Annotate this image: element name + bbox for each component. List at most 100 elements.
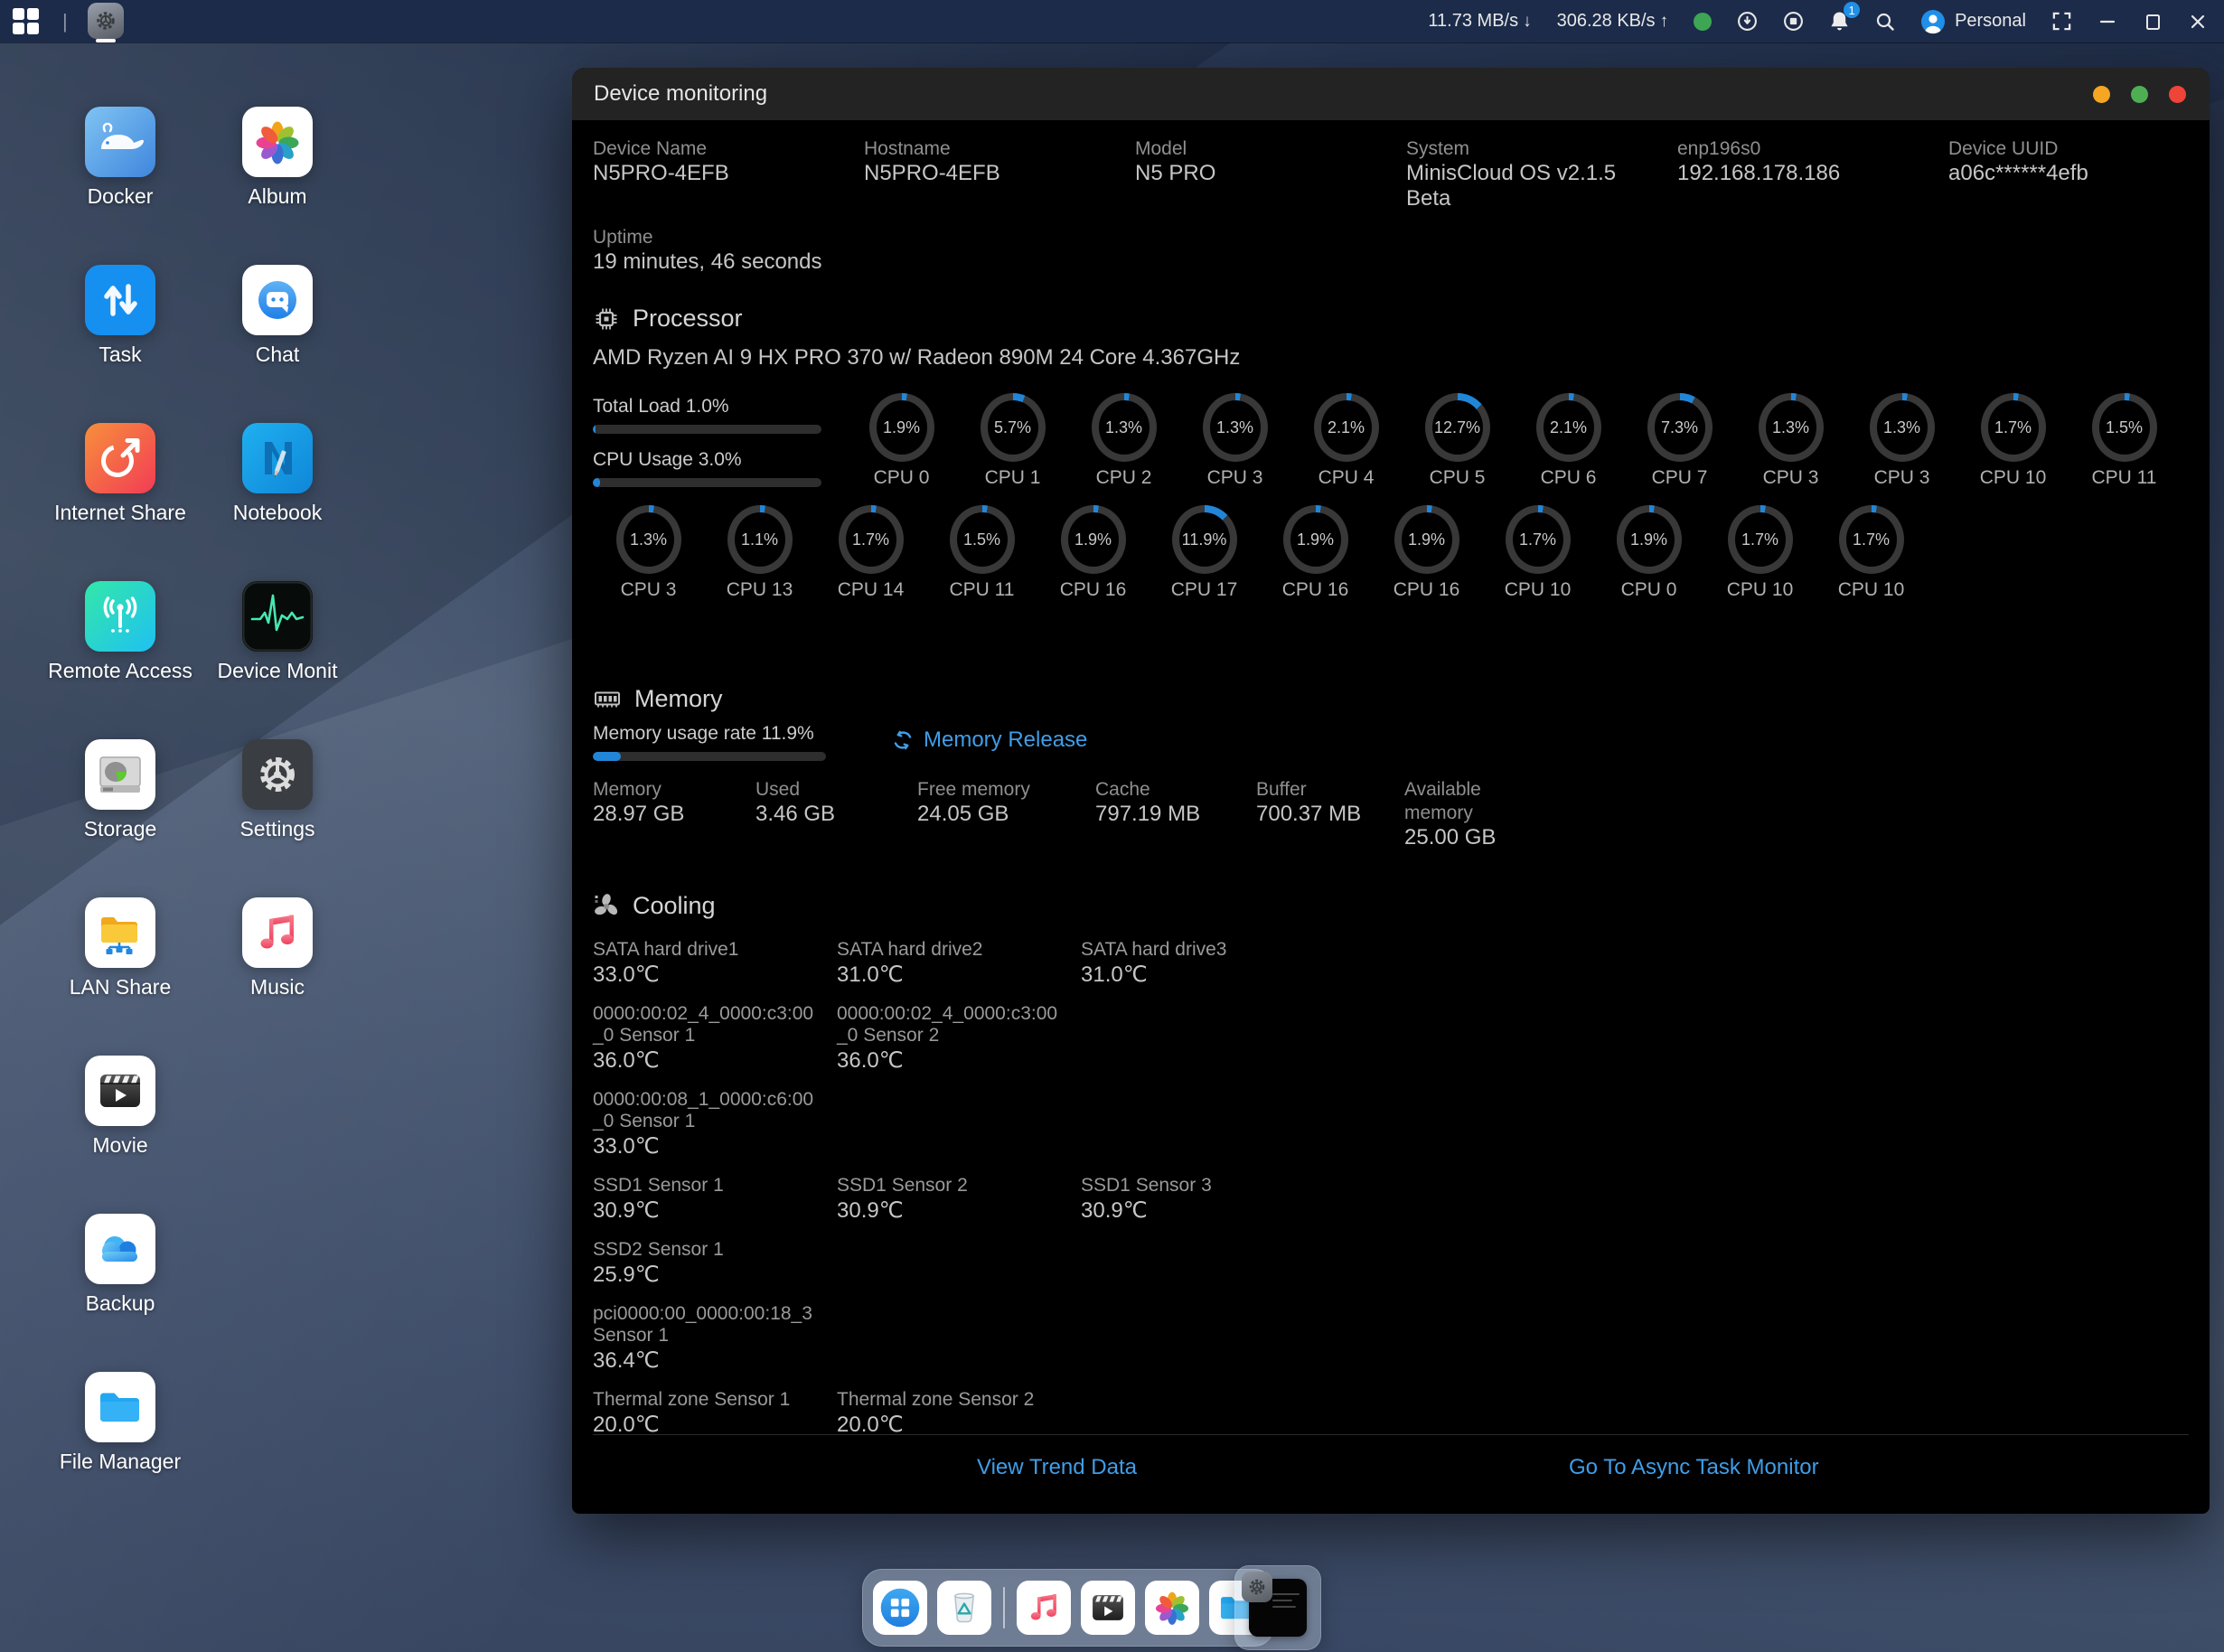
cpu-gauge: 1.9%CPU 0	[1593, 505, 1704, 601]
desktop-icon-backup[interactable]: Backup	[48, 1214, 192, 1316]
sync-button[interactable]	[1737, 11, 1758, 32]
cooling-sensor-grid: SATA hard drive133.0℃SATA hard drive231.…	[593, 939, 2189, 1437]
device-info-label: Device UUID	[1948, 137, 2172, 161]
desktop-icon-remote-access[interactable]: Remote Access	[48, 581, 192, 683]
device-info-field: SystemMinisCloud OS v2.1.5 Beta	[1406, 137, 1677, 211]
cpu-gauge-percent: 1.1%	[727, 505, 793, 574]
view-trend-data-link[interactable]: View Trend Data	[977, 1455, 1137, 1480]
minimized-device-monitoring-window	[1249, 1579, 1307, 1637]
cpu-gauge-label: CPU 2	[1068, 467, 1179, 489]
device-info-grid: Device NameN5PRO-4EFBHostnameN5PRO-4EFBM…	[593, 137, 2189, 211]
device-info-label: Model	[1135, 137, 1390, 161]
account-menu[interactable]: Personal	[1920, 9, 2026, 34]
fan-icon	[593, 893, 620, 920]
desktop-icon-label: Notebook	[205, 501, 350, 525]
cpu-gauge: 1.7%CPU 10	[1957, 393, 2069, 489]
desktop-icon-label: Docker	[48, 184, 192, 209]
desktop-icon-settings[interactable]: Settings	[205, 739, 350, 841]
memory-stat-label: Used	[755, 778, 901, 802]
cooling-sensor: SATA hard drive331.0℃	[1081, 939, 1325, 987]
cooling-sensor: SATA hard drive231.0℃	[837, 939, 1081, 987]
cpu-gauge-percent: 1.3%	[1203, 393, 1268, 462]
stop-service-button[interactable]	[1783, 11, 1804, 32]
account-label: Personal	[1955, 11, 2026, 32]
dock-separator	[1003, 1587, 1005, 1629]
sensor-name: SSD1 Sensor 1	[593, 1175, 814, 1197]
movie-icon	[1081, 1581, 1135, 1635]
taskbar-running-app-device-monitor[interactable]	[88, 0, 124, 42]
memory-usage-progress-bar	[593, 752, 826, 761]
window-title-bar[interactable]: Device monitoring	[572, 68, 2210, 120]
cpu-gauge: 1.1%CPU 13	[704, 505, 815, 601]
status-dot-icon[interactable]	[1694, 13, 1712, 31]
window-maximize-button[interactable]	[2131, 86, 2148, 103]
file-manager-icon	[85, 1372, 155, 1442]
music-icon	[242, 897, 313, 968]
cpu-gauge-percent: 1.9%	[869, 393, 934, 462]
minimize-window-button[interactable]	[2097, 12, 2117, 32]
desktop-icon-notebook[interactable]: Notebook	[205, 423, 350, 525]
dock-album-button[interactable]	[1145, 1581, 1199, 1635]
dock	[862, 1569, 1274, 1647]
cooling-sensor: 0000:00:02_4_0000:c3:00_0 Sensor 136.0℃	[593, 1003, 837, 1073]
cpu-usage-label: CPU Usage 3.0%	[593, 448, 846, 472]
close-window-button[interactable]	[2188, 12, 2208, 32]
desktop-icon-label: Chat	[205, 343, 350, 367]
desktop-icon-internet-share[interactable]: Internet Share	[48, 423, 192, 525]
cpu-gauge-ring: 1.9%	[1283, 505, 1348, 574]
memory-section-heading: Memory	[593, 685, 2189, 713]
memory-release-label: Memory Release	[924, 727, 1087, 753]
desktop-icon-lan-share[interactable]: LAN Share	[48, 897, 192, 1000]
sensor-name: SATA hard drive1	[593, 939, 814, 961]
dock-music-button[interactable]	[1017, 1581, 1071, 1635]
maximize-window-button[interactable]	[2143, 12, 2163, 32]
cpu-gauge-label: CPU 16	[1371, 579, 1482, 601]
cpu-gauge: 1.3%CPU 3	[1846, 393, 1957, 489]
app-launcher-icon	[873, 1581, 927, 1635]
maximize-icon	[2143, 12, 2163, 32]
device-info-value: MinisCloud OS v2.1.5 Beta	[1406, 161, 1661, 211]
cpu-gauge-percent: 12.7%	[1425, 393, 1490, 462]
window-minimize-button[interactable]	[2093, 86, 2110, 103]
async-task-monitor-link[interactable]: Go To Async Task Monitor	[1569, 1455, 1819, 1480]
cpu-gauge-ring: 5.7%	[981, 393, 1046, 462]
start-menu-button[interactable]	[13, 8, 39, 34]
cpu-gauge-label: CPU 16	[1260, 579, 1371, 601]
desktop-icon-chat[interactable]: Chat	[205, 265, 350, 367]
window-title: Device monitoring	[594, 81, 767, 107]
cpu-gauge-label: CPU 10	[1816, 579, 1927, 601]
device-monitor-app-badge	[1242, 1572, 1272, 1602]
cpu-gauge-ring: 1.3%	[1759, 393, 1824, 462]
cpu-gauge: 2.1%CPU 4	[1290, 393, 1402, 489]
download-speed: 11.73 MB/s ↓	[1428, 11, 1531, 32]
desktop-icon-movie[interactable]: Movie	[48, 1056, 192, 1158]
task-icon	[85, 265, 155, 335]
window-close-button[interactable]	[2169, 86, 2186, 103]
cpu-gauge: 1.3%CPU 3	[1735, 393, 1846, 489]
desktop-icon-docker[interactable]: Docker	[48, 107, 192, 209]
memory-usage-row: Memory usage rate 11.9% Memory Release	[593, 722, 2189, 761]
desktop-icon-device-monitor[interactable]: Device Monit	[205, 581, 350, 683]
cpu-gauge-percent: 1.3%	[616, 505, 681, 574]
desktop-icon-task[interactable]: Task	[48, 265, 192, 367]
memory-stat-label: Memory	[593, 778, 739, 802]
notification-bell-button[interactable]: 1	[1829, 10, 1850, 33]
desktop-icon-music[interactable]: Music	[205, 897, 350, 1000]
desktop-icon-file-manager[interactable]: File Manager	[48, 1372, 192, 1474]
dock-movie-button[interactable]	[1081, 1581, 1135, 1635]
desktop-icon-album[interactable]: Album	[205, 107, 350, 209]
cooling-sensor-row: SSD1 Sensor 130.9℃SSD1 Sensor 230.9℃SSD1…	[593, 1175, 2189, 1223]
cooling-sensor-row: SSD2 Sensor 125.9℃	[593, 1239, 2189, 1287]
dock-app-launcher-button[interactable]	[873, 1581, 927, 1635]
dock-minimized-window-thumbnail[interactable]	[1234, 1565, 1321, 1650]
desktop-icon-storage[interactable]: Storage	[48, 739, 192, 841]
cpu-gauge-ring: 1.5%	[2092, 393, 2157, 462]
memory-release-button[interactable]: Memory Release	[891, 727, 1087, 753]
memory-usage-progress-fill	[593, 752, 621, 761]
dock-recycle-bin-button[interactable]	[937, 1581, 991, 1635]
fullscreen-button[interactable]	[2051, 11, 2072, 32]
cpu-gauge-ring: 1.3%	[1203, 393, 1268, 462]
search-button[interactable]	[1875, 12, 1895, 32]
top-bar-divider: |	[62, 10, 68, 33]
device-info-field: ModelN5 PRO	[1135, 137, 1406, 211]
